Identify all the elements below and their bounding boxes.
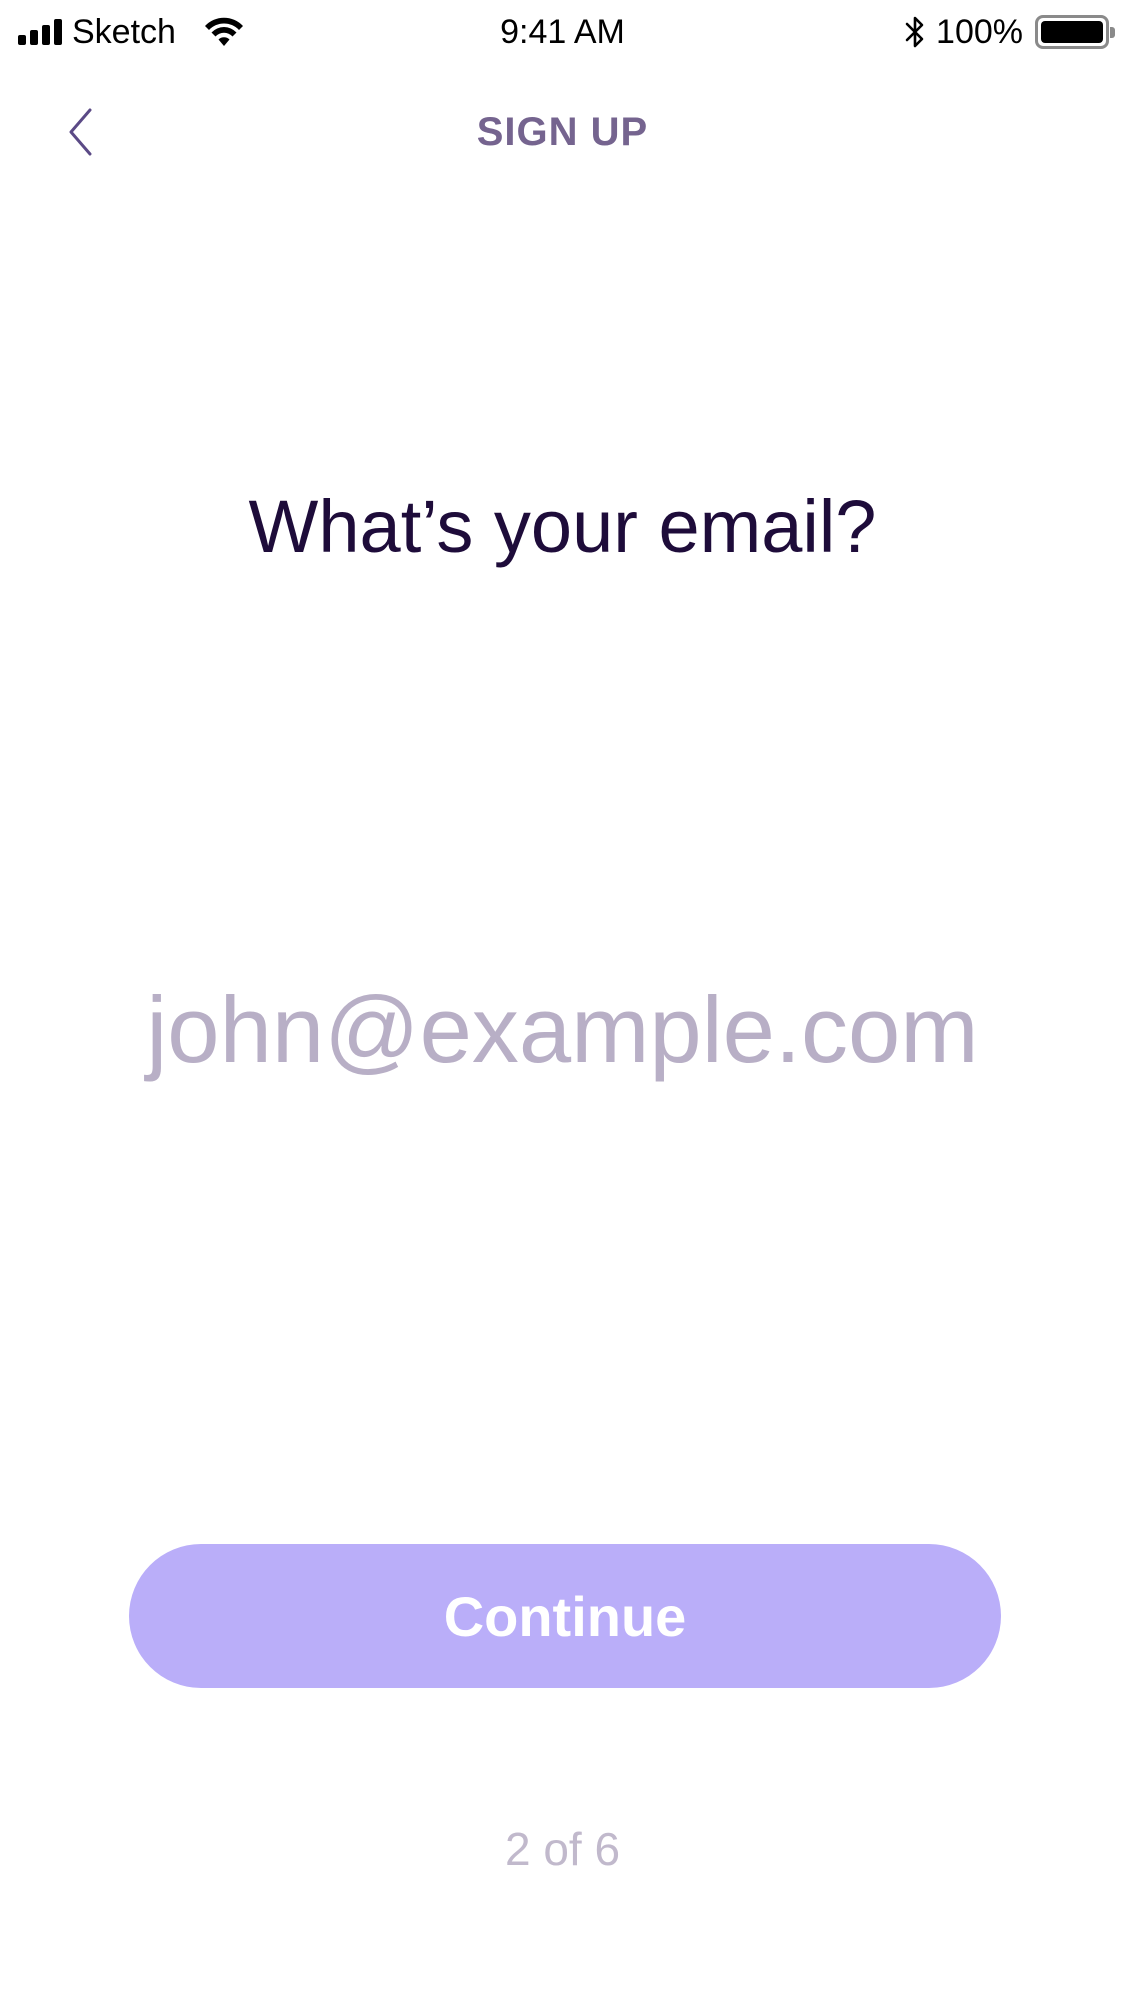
continue-button[interactable]: Continue (129, 1544, 1001, 1688)
battery-icon (1035, 15, 1115, 49)
question-heading: What’s your email? (248, 485, 877, 568)
email-field[interactable] (60, 970, 1065, 1090)
signal-icon (18, 19, 62, 45)
back-button[interactable] (56, 100, 106, 164)
step-indicator: 2 of 6 (504, 1823, 621, 1875)
status-bar: Sketch 9:41 AM 100% (0, 0, 1125, 64)
bluetooth-icon (905, 16, 924, 48)
carrier-name: Sketch (72, 13, 176, 51)
status-left: Sketch (18, 12, 246, 52)
page-title: SIGN UP (476, 110, 649, 154)
chevron-left-icon (69, 108, 92, 156)
wifi-icon (204, 17, 243, 46)
status-right: 100% (904, 12, 1115, 52)
signup-email-screen: Sketch 9:41 AM 100% SIGN UP What’s your (0, 0, 1125, 2001)
battery-percent: 100% (936, 13, 1023, 51)
